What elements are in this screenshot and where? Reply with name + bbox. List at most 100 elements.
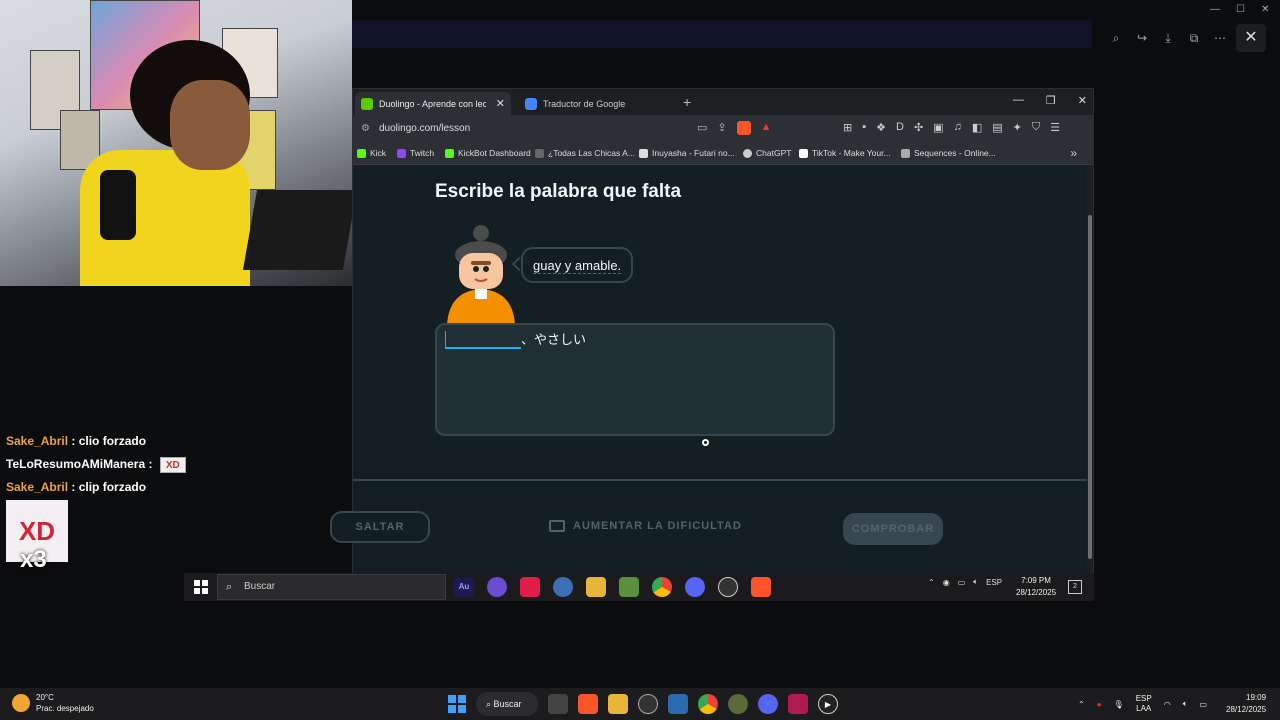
bookmark-label: ¿Todas Las Chicas A... (548, 148, 635, 158)
answer-blank-input[interactable] (445, 347, 521, 349)
task-view-icon[interactable] (548, 694, 568, 714)
bookmark-kickbot[interactable]: KickBot Dashboard (445, 148, 531, 158)
extension-icon[interactable]: ▪ (862, 121, 866, 134)
brave-icon[interactable] (751, 577, 771, 597)
chrome-icon[interactable] (698, 694, 718, 714)
minimize-icon[interactable]: — (1210, 4, 1220, 16)
language-indicator[interactable]: ESP (986, 578, 1002, 587)
media-player-icon[interactable]: ▶ (818, 694, 838, 714)
scroll-thumb[interactable] (1088, 215, 1092, 559)
volume-icon[interactable]: 🔈︎ (973, 577, 978, 587)
chrome-icon[interactable] (652, 577, 672, 597)
cast-icon[interactable]: ▭ (697, 121, 707, 135)
share-icon[interactable]: ↪ (1134, 30, 1150, 46)
menu-icon[interactable]: ☰ (1050, 121, 1060, 134)
increase-difficulty-button[interactable]: AUMENTAR LA DIFICULTAD (549, 520, 742, 532)
chevron-up-icon[interactable]: ⌃ (928, 578, 935, 587)
lang-bottom: LAA (1136, 704, 1152, 713)
minecraft-icon[interactable] (619, 577, 639, 597)
music-icon[interactable]: ♫ (954, 121, 962, 134)
twitch-icon (397, 148, 406, 158)
chat-separator: : (68, 480, 79, 494)
zoom-icon[interactable]: ⌕ (1108, 30, 1124, 46)
app-icon[interactable] (788, 694, 808, 714)
vpn-icon[interactable]: ⛉ (1032, 121, 1040, 134)
audition-icon[interactable]: Au (454, 577, 474, 597)
windows-start-icon[interactable] (194, 580, 208, 594)
taskbar-search[interactable]: ⌕ Buscar (476, 692, 538, 716)
bookmark-todas-las-chicas[interactable]: ¿Todas Las Chicas A... (535, 148, 635, 158)
folder-icon[interactable] (586, 577, 606, 597)
scrollbar[interactable] (1087, 165, 1093, 575)
bookmark-kick[interactable]: Kick (357, 148, 386, 158)
tab-duolingo[interactable]: Duolingo - Aprende con lecciones ✕ (355, 92, 511, 115)
store-icon[interactable] (668, 694, 688, 714)
puzzle-icon[interactable]: ✣ (914, 121, 923, 134)
obs-icon[interactable] (718, 577, 738, 597)
microphone-icon[interactable]: 🎙︎ (1114, 700, 1124, 709)
file-explorer-icon[interactable] (608, 694, 628, 714)
discord-icon[interactable] (758, 694, 778, 714)
open-external-icon[interactable]: ⧉ (1186, 30, 1202, 46)
clock[interactable]: 19:09 28/12/2025 (1226, 692, 1266, 716)
extension-icon[interactable]: ❖ (876, 121, 886, 134)
discord-icon[interactable] (685, 577, 705, 597)
chevron-up-icon[interactable]: ⌃ (1078, 700, 1085, 709)
steam-icon[interactable]: ◉ (943, 578, 950, 587)
answer-box[interactable]: 、やさしい (435, 323, 835, 436)
bookmark-chatgpt[interactable]: ChatGPT (743, 148, 791, 158)
bookmark-tiktok[interactable]: TikTok - Make Your... (799, 148, 891, 158)
bookmark-sequences[interactable]: Sequences - Online... (901, 148, 996, 158)
sidebar-icon[interactable]: ◧ (972, 121, 982, 134)
network-icon[interactable]: ▭ (958, 578, 966, 587)
leo-icon[interactable]: ✦ (1013, 121, 1022, 134)
extension-icon[interactable]: ▣ (933, 121, 943, 134)
minimize-icon[interactable]: — (1013, 94, 1024, 107)
obs-icon[interactable] (638, 694, 658, 714)
inner-clock[interactable]: 7:09 PM 28/12/2025 (1016, 575, 1056, 599)
viewer-toolbar: ⌕ ↪ ⤓ ⧉ ⋯ (1108, 26, 1238, 50)
notification-icon[interactable]: 2 (1068, 580, 1082, 594)
bookmark-twitch[interactable]: Twitch (397, 148, 434, 158)
more-bookmarks-icon[interactable]: » (1070, 146, 1077, 160)
start-icon[interactable] (448, 695, 466, 713)
battery-icon[interactable]: ▭ (1200, 700, 1208, 709)
wallet-icon[interactable]: ▤ (992, 121, 1002, 134)
url-field[interactable]: duolingo.com/lesson (379, 123, 470, 134)
bookmark-inuyasha[interactable]: Inuyasha - Futari no... (639, 148, 735, 158)
bookmark-label: Inuyasha - Futari no... (652, 148, 735, 158)
app-tray-icon[interactable]: ● (1097, 700, 1102, 709)
close-icon[interactable]: ✕ (1261, 4, 1269, 16)
site-info-icon[interactable]: ⚙ (361, 123, 370, 134)
app-icon[interactable] (728, 694, 748, 714)
skip-button[interactable]: SALTAR (330, 511, 430, 543)
tab-google-translate[interactable]: Traductor de Google (519, 92, 669, 115)
bubble-text[interactable]: guay y amable. (533, 258, 622, 274)
weather-widget[interactable]: 20°C Prac. despejado (12, 692, 94, 714)
restore-icon[interactable]: ❐ (1046, 94, 1056, 107)
tiktok-icon[interactable] (520, 577, 540, 597)
check-button[interactable]: COMPROBAR (843, 513, 943, 545)
close-tab-icon[interactable]: ✕ (496, 97, 505, 110)
more-icon[interactable]: ⋯ (1212, 30, 1228, 46)
viewer-close-button[interactable]: ✕ (1236, 24, 1266, 52)
app-icon[interactable] (553, 577, 573, 597)
inner-search-box[interactable]: ⌕ Buscar (217, 574, 446, 600)
brave-shield-icon[interactable] (736, 121, 751, 135)
chat-text: clip forzado (78, 480, 147, 494)
new-tab-button[interactable]: + (683, 94, 691, 110)
share-icon[interactable]: ⇪ (717, 121, 726, 135)
chat-username: Sake_Abril (6, 480, 69, 494)
maximize-icon[interactable]: ☐ (1236, 4, 1245, 16)
brave-rewards-icon[interactable]: ▲ (761, 121, 772, 135)
download-icon[interactable]: ⤓ (1160, 30, 1176, 46)
extension-icon[interactable]: ⊞ (843, 121, 852, 134)
language-indicator[interactable]: ESP LAA (1136, 694, 1152, 714)
extension-icon[interactable]: D (896, 121, 904, 134)
close-icon[interactable]: ✕ (1078, 94, 1087, 107)
wifi-icon[interactable]: ◠ (1164, 700, 1171, 709)
chat-app-icon[interactable] (487, 577, 507, 597)
character-illustration (447, 225, 515, 325)
brave-icon[interactable] (578, 694, 598, 714)
volume-icon[interactable]: 🔈︎ (1183, 699, 1188, 709)
